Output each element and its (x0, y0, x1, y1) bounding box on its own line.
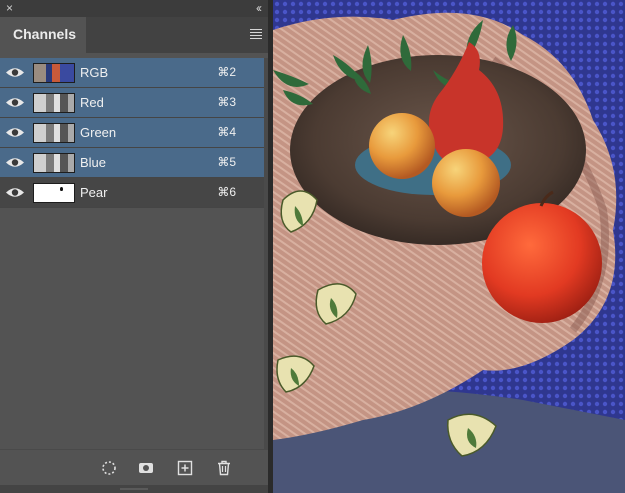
channel-shortcut: ⌘4 (217, 125, 236, 139)
eye-icon[interactable] (5, 65, 25, 80)
hamburger-menu-icon[interactable] (250, 29, 262, 40)
channels-panel: × ‹‹ Channels RGB ⌘2 Red ⌘3 Green ⌘4 Blu… (0, 0, 268, 493)
channel-name: Red (80, 95, 104, 110)
delete-channel-icon[interactable] (215, 459, 233, 477)
document-canvas[interactable] (273, 0, 625, 493)
panel-resize-grip[interactable] (0, 485, 268, 493)
channel-shortcut: ⌘5 (217, 155, 236, 169)
panel-title-bar: × ‹‹ (0, 0, 268, 17)
channel-row-rgb[interactable]: RGB ⌘2 (0, 58, 264, 88)
channel-name: Green (80, 125, 117, 140)
still-life-photo (273, 0, 625, 493)
channel-row-green[interactable]: Green ⌘4 (0, 118, 264, 148)
tab-channels-label: Channels (13, 26, 77, 42)
close-icon[interactable]: × (6, 2, 13, 15)
eye-icon[interactable] (5, 125, 25, 140)
channel-thumbnail (33, 93, 75, 113)
channel-shortcut: ⌘3 (217, 95, 236, 109)
channel-thumbnail (33, 123, 75, 143)
channel-name: RGB (80, 65, 109, 80)
load-selection-icon[interactable] (100, 459, 118, 477)
panel-tab-row: Channels (0, 17, 268, 53)
channel-list: RGB ⌘2 Red ⌘3 Green ⌘4 Blue ⌘5 Pear ⌘6 (0, 58, 264, 208)
new-channel-icon[interactable] (176, 459, 194, 477)
eye-icon[interactable] (5, 95, 25, 110)
channel-thumbnail (33, 153, 75, 173)
channel-row-pear[interactable]: Pear ⌘6 (0, 178, 264, 208)
collapse-panel-icon[interactable]: ‹‹ (256, 1, 262, 15)
channel-name: Blue (80, 155, 107, 170)
channel-shortcut: ⌘6 (217, 185, 236, 199)
channel-name: Pear (80, 185, 108, 200)
panel-footer-toolbar (0, 449, 268, 486)
channel-row-red[interactable]: Red ⌘3 (0, 88, 264, 118)
eye-icon[interactable] (5, 185, 25, 200)
channel-thumbnail (33, 183, 75, 203)
eye-icon[interactable] (5, 155, 25, 170)
save-selection-icon[interactable] (137, 459, 155, 477)
channel-thumbnail (33, 63, 75, 83)
tab-channels[interactable]: Channels (0, 17, 86, 53)
channel-row-blue[interactable]: Blue ⌘5 (0, 148, 264, 178)
channel-shortcut: ⌘2 (217, 65, 236, 79)
